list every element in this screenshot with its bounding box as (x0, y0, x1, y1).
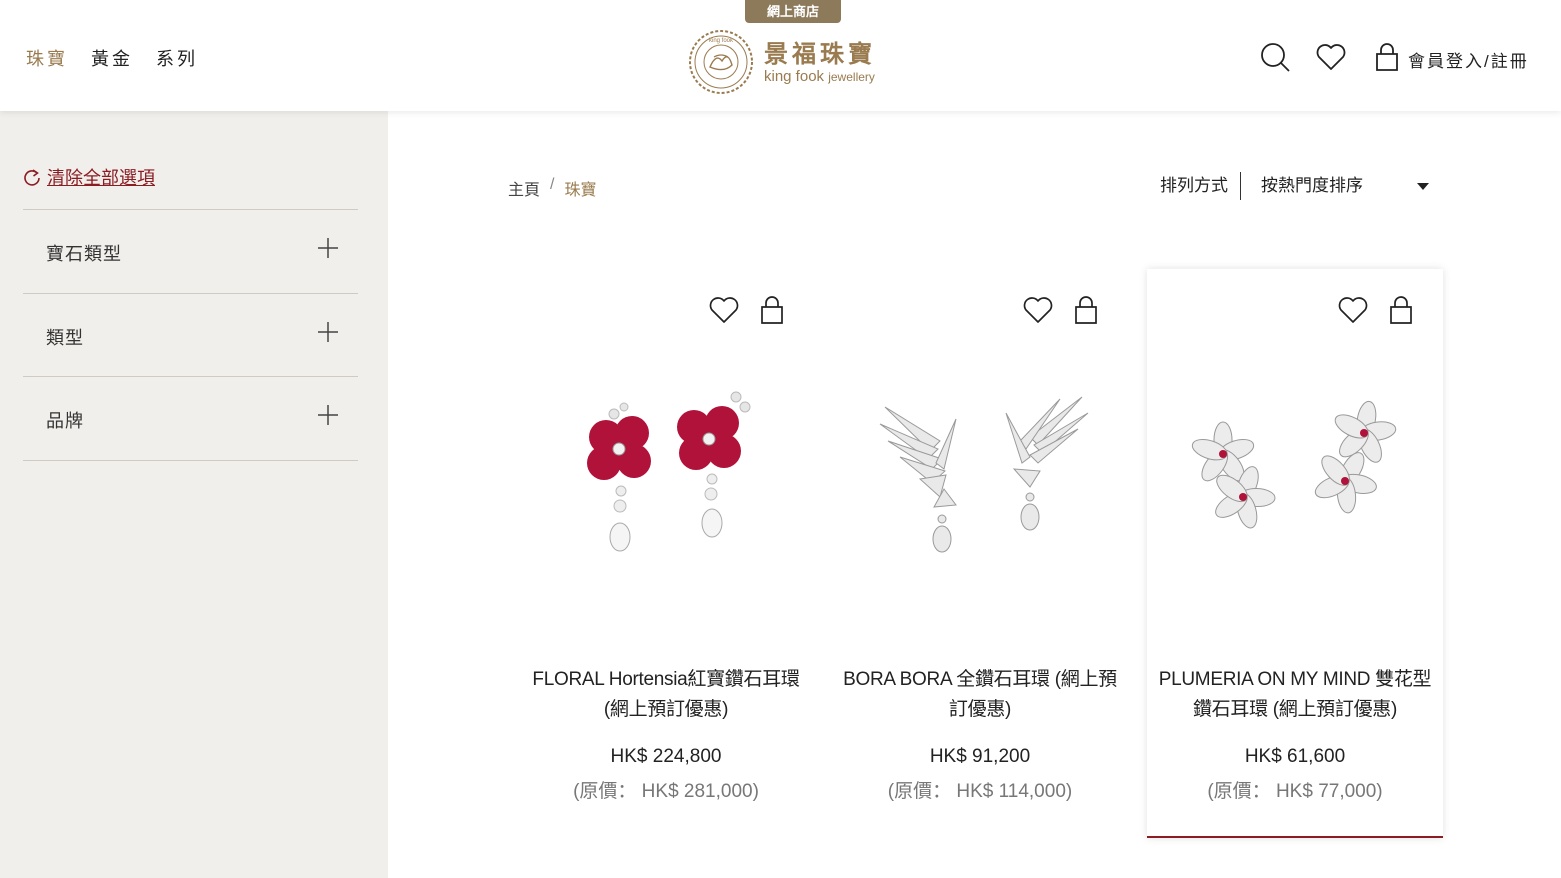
nav-item-jewellery[interactable]: 珠寶 (26, 45, 68, 71)
search-icon[interactable] (1258, 40, 1292, 74)
breadcrumb-current: 珠寶 (564, 182, 597, 199)
nav-item-gold[interactable]: 黃金 (91, 45, 133, 71)
refresh-icon (24, 169, 40, 186)
logo-chinese-name: 景福珠寶 (764, 39, 876, 68)
logo-english-name: king fook jewellery (764, 68, 875, 85)
member-login-link[interactable]: 會員登入/註冊 (1408, 47, 1529, 72)
sort-control: 排列方式 按熱門度排序 (1160, 172, 1429, 200)
wishlist-heart-icon[interactable] (708, 294, 740, 326)
main-nav: 珠寶 黃金 系列 (26, 45, 198, 71)
product-original-price: (原價： HK$ 77,000) (1207, 781, 1383, 802)
product-card[interactable]: BORA BORA 全鑽石耳環 (網上預訂優惠) HK$ 91,200 (原價：… (832, 269, 1128, 838)
add-to-bag-icon[interactable] (1070, 294, 1102, 326)
logo-seal-icon: king fook (689, 30, 753, 94)
product-name[interactable]: FLORAL Hortensia紅寶鑽石耳環 (網上預訂優惠) (528, 665, 804, 725)
product-original-price: (原價： HK$ 114,000) (887, 781, 1073, 802)
product-image[interactable] (546, 379, 786, 569)
product-name[interactable]: PLUMERIA ON MY MIND 雙花型鑽石耳環 (網上預訂優惠) (1157, 665, 1433, 725)
product-card[interactable]: PLUMERIA ON MY MIND 雙花型鑽石耳環 (網上預訂優惠) HK$… (1147, 269, 1443, 838)
breadcrumb-separator: / (550, 176, 555, 193)
header-icons (1258, 40, 1404, 74)
sort-label: 排列方式 (1160, 172, 1241, 200)
sort-select[interactable]: 按熱門度排序 (1261, 172, 1417, 200)
plus-icon (318, 238, 338, 258)
filter-label: 寶石類型 (46, 244, 122, 264)
brand-logo[interactable]: king fook 景福珠寶 king fook jewellery (686, 26, 886, 98)
product-price: HK$ 224,800 (610, 746, 722, 767)
product-image[interactable] (1175, 379, 1415, 569)
svg-text:king fook: king fook (709, 38, 734, 44)
product-image[interactable] (860, 379, 1100, 569)
product-original-price: (原價： HK$ 281,000) (573, 781, 759, 802)
clear-all-label: 清除全部選項 (47, 168, 155, 188)
online-shop-badge: 網上商店 (745, 0, 841, 23)
product-name[interactable]: BORA BORA 全鑽石耳環 (網上預訂優惠) (842, 665, 1118, 725)
filter-label: 類型 (46, 327, 84, 348)
plus-icon (318, 321, 338, 342)
add-to-bag-icon[interactable] (1385, 294, 1417, 326)
clear-all-filters-link[interactable]: 清除全部選項 (23, 164, 155, 190)
filter-type[interactable]: 類型 (23, 294, 358, 377)
filter-brand[interactable]: 品牌 (23, 377, 358, 461)
caret-down-icon[interactable] (1417, 182, 1429, 190)
filter-label: 品牌 (46, 411, 84, 431)
filter-sidebar: 清除全部選項 寶石類型 類型 品牌 (0, 111, 388, 878)
wishlist-heart-icon[interactable] (1337, 294, 1369, 326)
wishlist-heart-icon[interactable] (1022, 294, 1054, 326)
breadcrumb: 主頁 / 珠寶 (508, 176, 596, 200)
filter-gemstone-type[interactable]: 寶石類型 (23, 210, 358, 294)
plus-icon (318, 405, 338, 425)
product-price: HK$ 91,200 (929, 746, 1031, 767)
nav-item-collections[interactable]: 系列 (156, 45, 198, 71)
product-price: HK$ 61,600 (1244, 746, 1346, 767)
product-card[interactable]: FLORAL Hortensia紅寶鑽石耳環 (網上預訂優惠) HK$ 224,… (518, 269, 814, 838)
shopping-bag-icon[interactable] (1370, 40, 1404, 74)
filter-list: 寶石類型 類型 品牌 (23, 209, 358, 461)
add-to-bag-icon[interactable] (756, 294, 788, 326)
heart-icon[interactable] (1314, 40, 1348, 74)
breadcrumb-home[interactable]: 主頁 (508, 176, 540, 200)
site-header: 珠寶 黃金 系列 網上商店 king fook 景福珠寶 king fook j… (0, 0, 1561, 111)
